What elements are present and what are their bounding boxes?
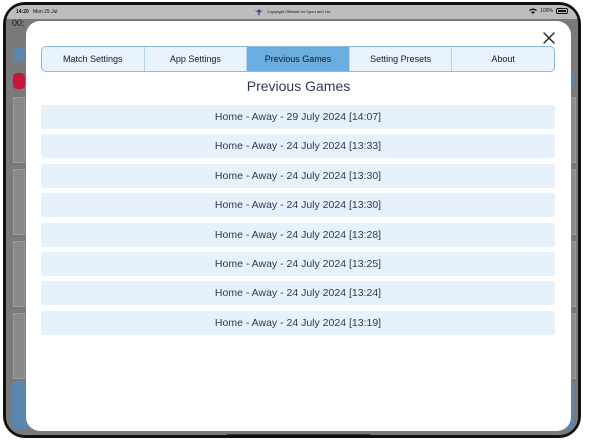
close-icon [543,32,555,44]
background-panel [13,241,25,307]
previous-game-item[interactable]: Home - Away - 24 July 2024 [13:33] [41,134,555,159]
status-bar: 14:20 Mon 29 Jul Copyright Officials for… [6,5,578,19]
previous-game-item[interactable]: Home - Away - 24 July 2024 [13:19] [41,310,555,335]
eagle-logo-icon [254,9,264,16]
device-frame: 14:20 Mon 29 Jul Copyright Officials for… [3,2,581,438]
tab-app-settings[interactable]: App Settings [145,47,248,71]
home-indicator[interactable] [226,434,371,435]
tab-about[interactable]: About [452,47,554,71]
battery-icon [556,8,568,14]
background-timer-text: 00: [12,18,25,28]
tab-previous-games[interactable]: Previous Games [247,47,350,71]
background-panel [13,169,25,235]
background-panel [13,313,25,379]
battery-percentage: 100% [540,8,553,14]
tab-bar: Match Settings App Settings Previous Gam… [41,46,555,72]
previous-game-item[interactable]: Home - Away - 24 July 2024 [13:30] [41,193,555,218]
page-title: Previous Games [246,78,351,94]
status-date: Mon 29 Jul [33,9,58,15]
previous-game-item[interactable]: Home - Away - 24 July 2024 [13:24] [41,281,555,306]
previous-game-item[interactable]: Home - Away - 24 July 2024 [13:30] [41,163,555,188]
background-panel [13,97,25,163]
previous-game-item[interactable]: Home - Away - 24 July 2024 [13:28] [41,222,555,247]
status-time: 14:20 [16,9,29,15]
screen: 14:20 Mon 29 Jul Copyright Officials for… [6,5,578,435]
tab-setting-presets[interactable]: Setting Presets [350,47,453,71]
status-right: 100% [529,8,568,14]
settings-modal: Match Settings App Settings Previous Gam… [26,21,571,431]
previous-game-item[interactable]: Home - Away - 29 July 2024 [14:07] [41,105,555,129]
close-button[interactable] [540,29,558,47]
status-branding: Copyright Officials for Sport and Ltd [254,7,364,17]
previous-game-item[interactable]: Home - Away - 24 July 2024 [13:25] [41,251,555,276]
status-copyright: Copyright Officials for Sport and Ltd [267,9,331,14]
wifi-icon [529,8,538,14]
previous-games-list: Home - Away - 29 July 2024 [14:07] Home … [41,105,555,340]
background-red-button [13,73,25,89]
tab-match-settings[interactable]: Match Settings [42,47,145,71]
background-button [13,48,25,62]
